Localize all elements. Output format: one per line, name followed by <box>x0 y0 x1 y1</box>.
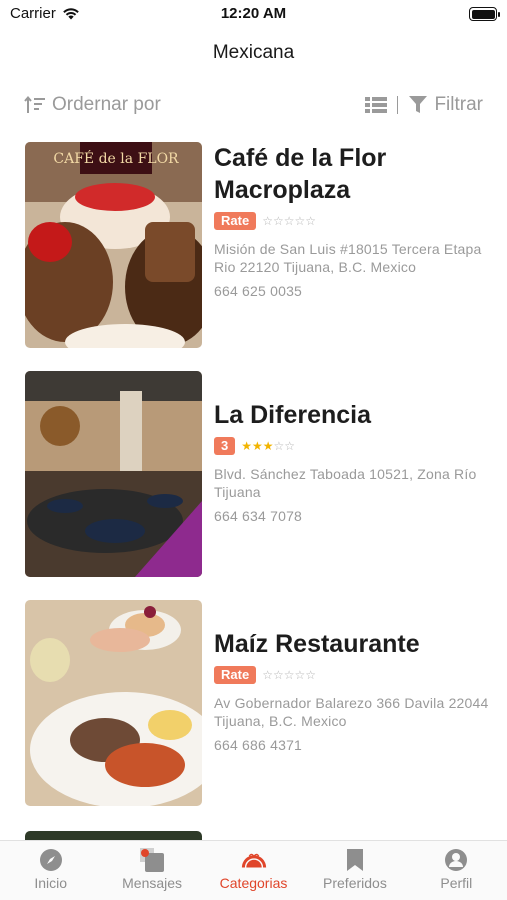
rating-badge[interactable]: 3 <box>214 437 236 455</box>
tab-bar: Inicio Mensajes Categorias Preferidos Pe… <box>0 840 507 900</box>
page-title: Mexicana <box>212 42 295 63</box>
tab-preferidos[interactable]: Preferidos <box>304 841 405 900</box>
restaurant-photo: CAFÉ de la FLOR <box>25 142 202 348</box>
taco-icon <box>241 853 266 868</box>
tab-mensajes[interactable]: Mensajes <box>101 841 202 900</box>
star-icon: ★ <box>262 439 274 453</box>
tab-inicio[interactable]: Inicio <box>0 841 101 900</box>
star-rating: ☆ ☆ ☆ ☆ ☆ <box>262 668 316 682</box>
tab-label: Inicio <box>34 875 68 891</box>
tab-label: Perfil <box>440 875 473 891</box>
restaurant-card[interactable]: Maíz Restaurante Rate ☆ ☆ ☆ ☆ ☆ Av Gobernado… <box>25 600 495 806</box>
star-icon: ☆ <box>262 668 273 682</box>
restaurant-card[interactable]: CAFÉ de la FLOR Café de la Flor Macropla… <box>25 142 495 348</box>
star-icon: ☆ <box>272 214 284 228</box>
restaurant-address: Misión de San Luis #18015 Tercera Etapa … <box>214 241 482 275</box>
restaurant-address: Av Gobernador Balarezo 366 Davila 22044 … <box>214 695 489 729</box>
restaurant-photo <box>25 371 202 577</box>
filter-label: Filtrar <box>434 94 483 115</box>
filter-icon <box>409 96 428 113</box>
star-icon: ☆ <box>305 668 317 682</box>
star-icon: ☆ <box>284 439 296 453</box>
compass-icon <box>39 849 62 871</box>
star-icon: ☆ <box>272 668 284 682</box>
star-icon: ☆ <box>294 214 306 228</box>
sort-label: Ordernar por <box>52 94 161 115</box>
star-icon: ☆ <box>283 214 295 228</box>
star-icon: ☆ <box>273 439 285 453</box>
rating-badge[interactable]: Rate <box>214 666 257 684</box>
restaurant-name-line2: Macroplaza <box>214 176 351 204</box>
rating-badge[interactable]: Rate <box>214 212 257 230</box>
profile-icon <box>445 849 468 871</box>
messages-icon <box>140 848 165 872</box>
restaurant-name[interactable]: Café de la Flor Macroplaza <box>214 142 489 206</box>
restaurant-phone[interactable]: 664 686 4371 <box>214 737 489 753</box>
star-rating: ★ ★ ★ ☆ ☆ <box>241 439 295 453</box>
star-icon: ☆ <box>262 214 273 228</box>
rating-row: Rate ☆ ☆ ☆ ☆ ☆ <box>214 666 489 684</box>
list-toolbar: Ordernar por Filtrar <box>0 86 507 126</box>
restaurant-phone[interactable]: 664 625 0035 <box>214 283 489 299</box>
restaurant-address: Blvd. Sánchez Taboada 10521, Zona Río Ti… <box>214 466 477 500</box>
rating-row: 3 ★ ★ ★ ☆ ☆ <box>214 437 489 455</box>
tab-label: Categorias <box>219 875 288 891</box>
star-icon: ☆ <box>283 668 295 682</box>
tab-perfil[interactable]: Perfil <box>406 841 507 900</box>
restaurant-card[interactable]: La Diferencia 3 ★ ★ ★ ☆ ☆ Blvd. Sánchez Tabo… <box>25 371 495 577</box>
restaurant-name[interactable]: La Diferencia <box>214 399 489 431</box>
sort-icon <box>24 95 45 113</box>
bookmark-icon <box>346 849 363 871</box>
restaurant-name[interactable]: Maíz Restaurante <box>214 628 489 660</box>
sort-button[interactable]: Ordernar por <box>24 94 161 116</box>
star-icon: ★ <box>252 439 263 453</box>
cafe-logo-text: CAFÉ de la FLOR <box>53 149 179 167</box>
restaurant-photo <box>25 600 202 806</box>
restaurant-name-line1: Café de la Flor <box>214 144 387 172</box>
star-icon: ☆ <box>294 668 306 682</box>
battery-icon <box>469 7 500 21</box>
star-icon: ★ <box>241 439 252 453</box>
toolbar-divider <box>397 96 399 114</box>
tab-categorias[interactable]: Categorias <box>203 841 304 900</box>
status-time: 12:20 AM <box>220 5 287 22</box>
list-view-icon[interactable] <box>365 96 388 114</box>
restaurant-phone[interactable]: 664 634 7078 <box>214 508 489 524</box>
star-rating: ☆ ☆ ☆ ☆ ☆ <box>262 214 316 228</box>
tab-label: Mensajes <box>122 875 183 891</box>
tab-label: Preferidos <box>323 875 387 891</box>
filter-button[interactable]: Filtrar <box>408 94 483 116</box>
rating-row: Rate ☆ ☆ ☆ ☆ ☆ <box>214 212 489 230</box>
status-bar: Carrier 12:20 AM <box>0 0 507 30</box>
star-icon: ☆ <box>305 214 317 228</box>
